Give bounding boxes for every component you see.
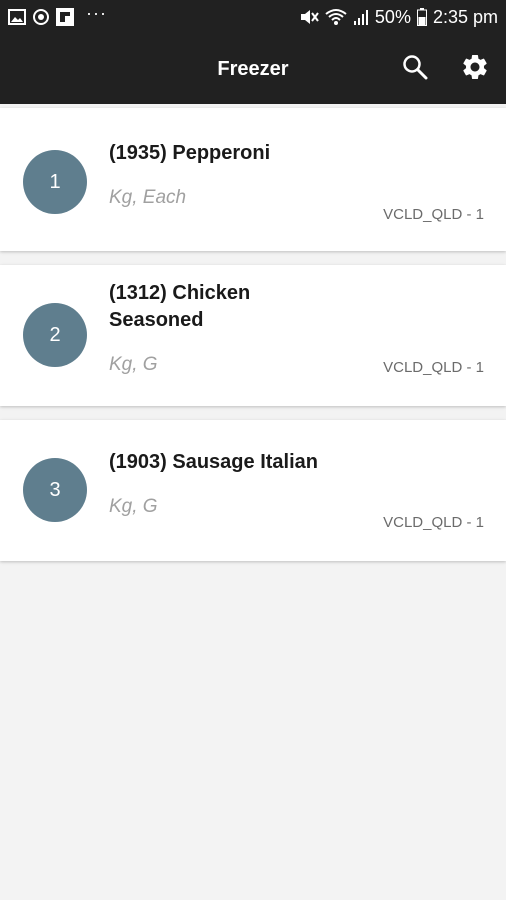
item-code: VCLD_QLD - 1 — [383, 206, 484, 223]
image-icon — [8, 9, 26, 25]
mute-icon — [299, 8, 319, 26]
search-icon — [402, 54, 428, 85]
battery-icon — [416, 8, 427, 26]
clock-time: 2:35 pm — [432, 6, 498, 27]
item-number-avatar: 1 — [23, 150, 87, 214]
product-list: 1 (1935) Pepperoni Kg, Each VCLD_QLD - 1… — [0, 108, 506, 575]
page-title: Freezer — [217, 57, 289, 80]
item-units: Kg, G — [109, 496, 158, 517]
signal-icon — [353, 9, 369, 25]
wifi-icon — [325, 8, 347, 26]
item-title: (1312) Chicken Seasoned — [109, 282, 251, 331]
status-bar: ··· 50% 2:35 pm — [0, 0, 506, 34]
item-title: (1903) Sausage Italian — [109, 451, 318, 473]
item-code: VCLD_QLD - 1 — [383, 359, 484, 376]
app-bar-actions — [400, 34, 490, 104]
sync-icon — [32, 8, 50, 26]
settings-button[interactable] — [460, 54, 490, 84]
status-right-icons: 50% 2:35 pm — [299, 7, 498, 28]
item-code: VCLD_QLD - 1 — [383, 514, 484, 531]
item-number-avatar: 3 — [23, 458, 87, 522]
flipboard-icon — [56, 8, 74, 26]
battery-percent: 50% — [374, 6, 411, 27]
item-title: (1935) Pepperoni — [109, 142, 271, 164]
app-bar: Freezer — [0, 34, 506, 104]
item-units: Kg, Each — [109, 187, 187, 208]
status-left-icons: ··· — [8, 3, 107, 26]
list-item[interactable]: 1 (1935) Pepperoni Kg, Each VCLD_QLD - 1 — [0, 108, 506, 251]
search-button[interactable] — [400, 54, 430, 84]
list-item[interactable]: 3 (1903) Sausage Italian Kg, G VCLD_QLD … — [0, 420, 506, 561]
list-item[interactable]: 2 (1312) Chicken Seasoned Kg, G VCLD_QLD… — [0, 265, 506, 406]
item-number-avatar: 2 — [23, 303, 87, 367]
settings-icon — [460, 52, 490, 87]
item-units: Kg, G — [109, 354, 158, 375]
more-notifications-indicator: ··· — [86, 2, 107, 23]
